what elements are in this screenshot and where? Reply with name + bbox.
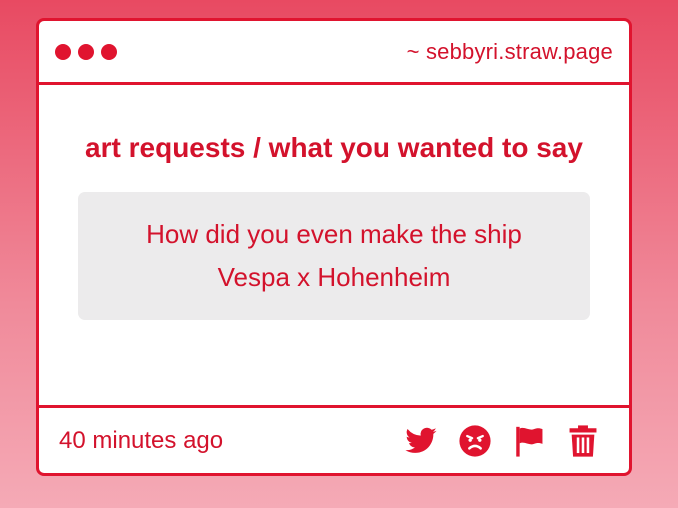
report-button[interactable]	[511, 423, 547, 459]
timestamp: 40 minutes ago	[59, 426, 224, 454]
message-text: How did you even make the ship Vespa x H…	[146, 219, 522, 292]
window-dot	[78, 43, 94, 60]
delete-button[interactable]	[565, 423, 601, 459]
window-dot	[101, 43, 117, 60]
angry-face-icon	[459, 424, 491, 457]
flag-icon	[516, 426, 543, 457]
message-box: How did you even make the ship Vespa x H…	[78, 192, 590, 320]
twitter-icon	[405, 427, 437, 453]
trash-icon	[569, 424, 597, 457]
prompt-title: art requests / what you wanted to say	[85, 132, 583, 163]
card-footer: 40 minutes ago	[39, 405, 629, 473]
window-dots	[55, 43, 117, 60]
card-body: art requests / what you wanted to say Ho…	[39, 85, 629, 405]
site-url[interactable]: ~ sebbyri.straw.page	[407, 39, 613, 65]
twitter-button[interactable]	[403, 423, 439, 459]
action-bar	[403, 423, 601, 459]
window-dot	[55, 43, 71, 60]
window-titlebar: ~ sebbyri.straw.page	[39, 21, 629, 85]
react-angry-button[interactable]	[457, 423, 493, 459]
message-card: ~ sebbyri.straw.page art requests / what…	[36, 18, 632, 476]
